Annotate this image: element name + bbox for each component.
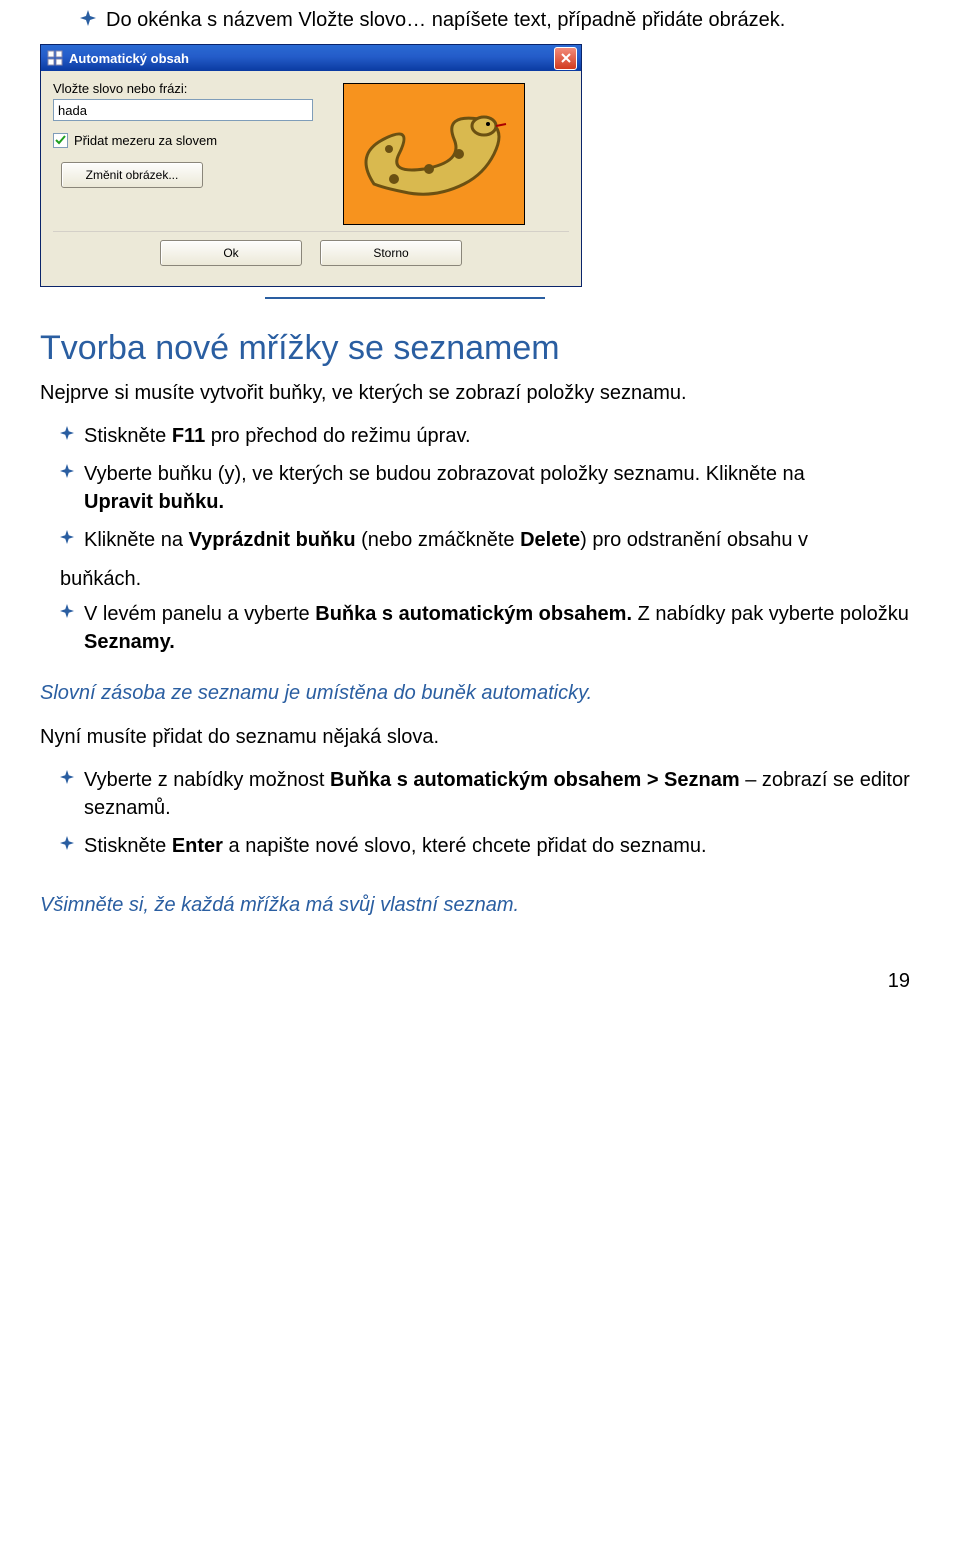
bullet-item: Vyberte buňku (y), ve kterých se budou z… [60, 460, 920, 516]
bullet-item: V levém panelu a vyberte Buňka s automat… [60, 600, 920, 656]
close-button[interactable] [554, 47, 577, 70]
close-icon [560, 52, 572, 64]
star-icon [60, 770, 74, 784]
star-icon [60, 464, 74, 478]
ok-button[interactable]: Ok [160, 240, 302, 266]
bullet-item: Do okénka s názvem Vložte slovo… napíšet… [80, 6, 920, 34]
star-icon [60, 530, 74, 544]
star-icon [60, 426, 74, 440]
dialog-title: Automatický obsah [69, 51, 554, 66]
note-italic: Slovní zásoba ze seznamu je umístěna do … [40, 678, 920, 708]
titlebar[interactable]: Automatický obsah [41, 45, 581, 71]
check-icon [55, 135, 66, 146]
button-label: Změnit obrázek... [86, 168, 179, 182]
bullet-item: Vyberte z nabídky možnost Buňka s automa… [60, 766, 920, 822]
paragraph: Nejprve si musíte vytvořit buňky, ve kte… [40, 378, 920, 408]
bullet-text: Klikněte na Vyprázdnit buňku (nebo zmáčk… [84, 526, 808, 554]
page-number: 19 [40, 970, 910, 993]
bullet-text: Vyberte z nabídky možnost Buňka s automa… [84, 766, 920, 822]
bullet-text: Stiskněte Enter a napište nové slovo, kt… [84, 832, 707, 860]
star-icon [60, 604, 74, 618]
snake-icon [344, 84, 524, 224]
bullet-continuation: buňkách. [60, 564, 920, 594]
add-space-checkbox[interactable] [53, 133, 68, 148]
section-heading: Tvorba nové mřížky se seznamem [40, 329, 920, 368]
star-icon [80, 10, 96, 26]
button-label: Storno [373, 246, 408, 260]
star-icon [60, 836, 74, 850]
image-preview [343, 83, 525, 225]
bullet-text: Do okénka s názvem Vložte slovo… napíšet… [106, 6, 785, 34]
change-image-button[interactable]: Změnit obrázek... [61, 162, 203, 188]
button-label: Ok [223, 246, 238, 260]
dialog-window: Automatický obsah Vložte slovo nebo fráz… [40, 44, 582, 287]
bullet-text: Stiskněte F11 pro přechod do režimu úpra… [84, 422, 471, 450]
bullet-item: Klikněte na Vyprázdnit buňku (nebo zmáčk… [60, 526, 920, 554]
checkbox-label: Přidat mezeru za slovem [74, 133, 217, 148]
bullet-text: V levém panelu a vyberte Buňka s automat… [84, 600, 920, 656]
bullet-item: Stiskněte F11 pro přechod do režimu úpra… [60, 422, 920, 450]
bullet-text: Vyberte buňku (y), ve kterých se budou z… [84, 460, 805, 516]
divider [265, 293, 545, 299]
paragraph: Nyní musíte přidat do seznamu nějaká slo… [40, 722, 920, 752]
phrase-input[interactable] [53, 99, 313, 121]
app-icon [47, 50, 63, 66]
bullet-item: Stiskněte Enter a napište nové slovo, kt… [60, 832, 920, 860]
note-italic: Všimněte si, že každá mřížka má svůj vla… [40, 890, 920, 920]
field-label: Vložte slovo nebo frázi: [53, 81, 313, 96]
cancel-button[interactable]: Storno [320, 240, 462, 266]
